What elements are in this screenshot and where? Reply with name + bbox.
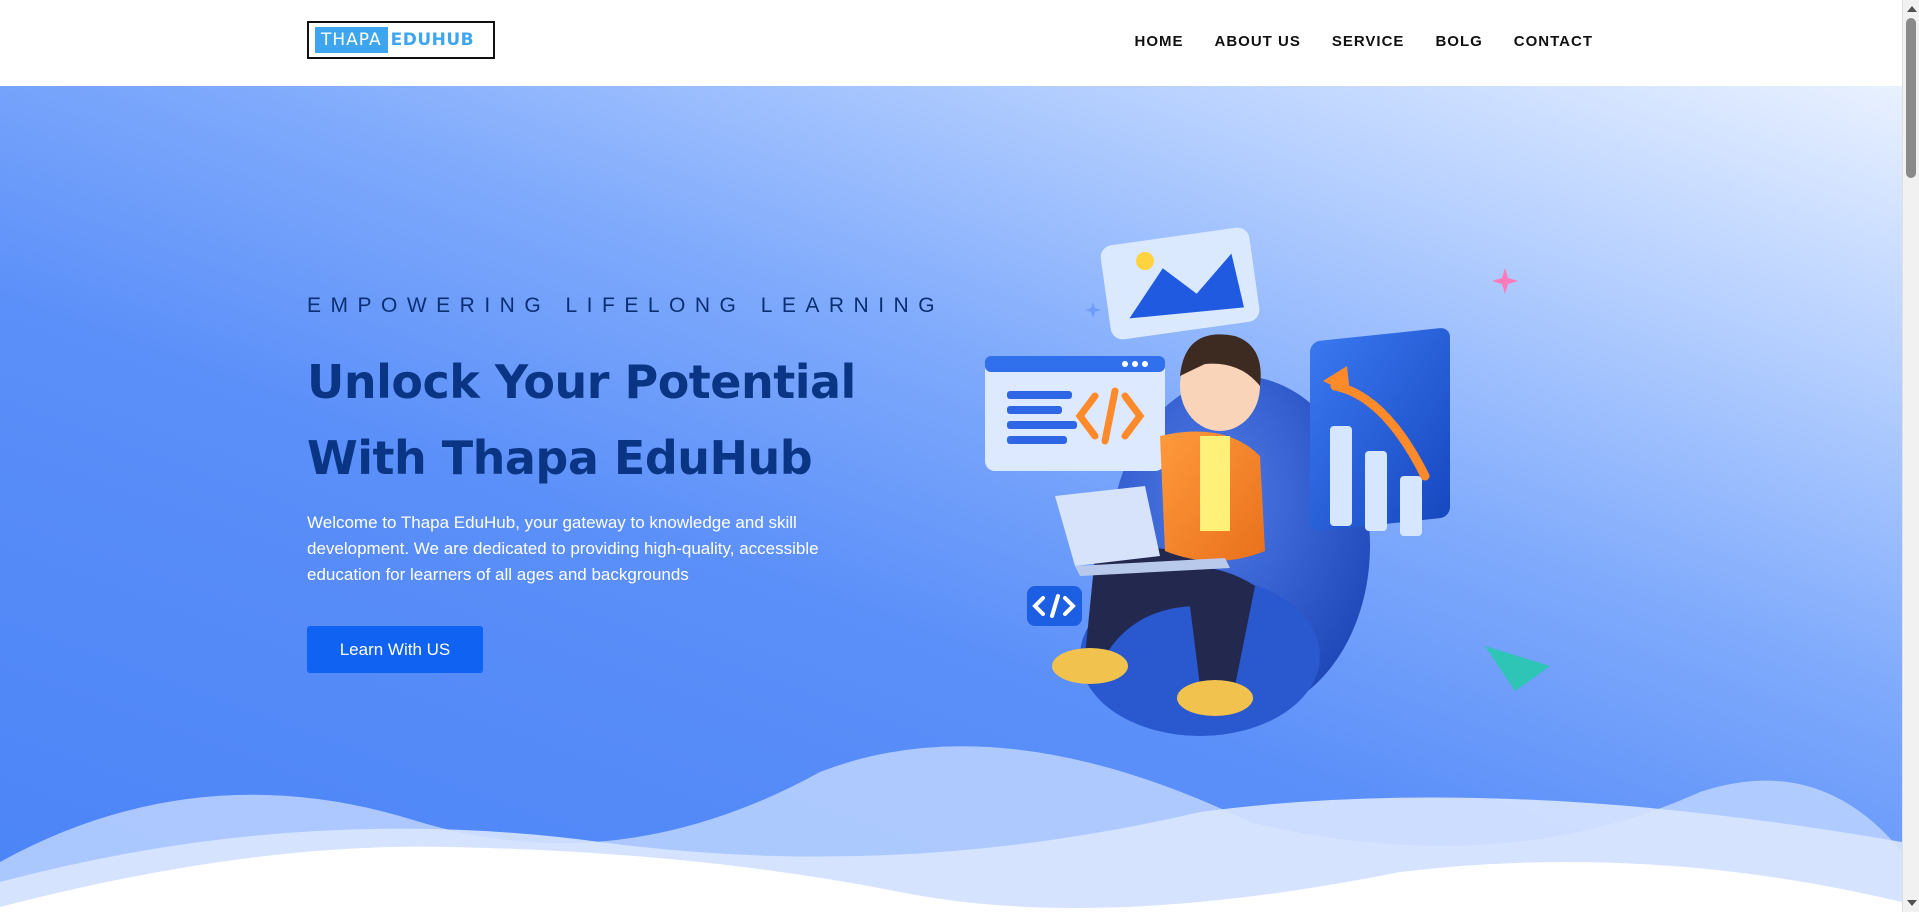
- scroll-thumb[interactable]: [1906, 18, 1916, 178]
- hero-illustration: [985, 227, 1550, 736]
- main-nav: HOME ABOUT US SERVICE BOLG CONTACT: [1104, 32, 1594, 52]
- nav-about-us[interactable]: ABOUT US: [1215, 32, 1301, 52]
- logo[interactable]: THAPA EDUHUB: [307, 21, 495, 59]
- hero-headline-line-2: With Thapa EduHub: [307, 431, 813, 485]
- image-card-icon: [1100, 227, 1260, 340]
- nav-contact[interactable]: CONTACT: [1514, 32, 1593, 52]
- scroll-down-icon[interactable]: [1907, 900, 1917, 906]
- page: THAPA EDUHUB HOME ABOUT US SERVICE BOLG …: [0, 0, 1919, 912]
- logo-text-thapa: THAPA: [315, 27, 388, 53]
- hero-intro: Welcome to Thapa EduHub, your gateway to…: [307, 513, 819, 584]
- hero-headline-line-1: Unlock Your Potential: [307, 355, 856, 409]
- hero-section: EMPOWERING LIFELONG LEARNING Unlock Your…: [0, 86, 1902, 912]
- code-chip-icon: [1027, 586, 1082, 626]
- nav-service[interactable]: SERVICE: [1332, 32, 1405, 52]
- paper-plane-icon: [1485, 646, 1550, 691]
- nav-home[interactable]: HOME: [1135, 32, 1184, 52]
- logo-text-eduhub: EDUHUB: [390, 30, 475, 50]
- page-scrollbar[interactable]: [1902, 0, 1919, 912]
- decorative-waves: [0, 746, 1902, 912]
- bar-chart-icon: [1310, 328, 1450, 536]
- site-header: THAPA EDUHUB HOME ABOUT US SERVICE BOLG …: [0, 0, 1902, 86]
- nav-blog[interactable]: BOLG: [1435, 32, 1482, 52]
- hero-eyebrow: EMPOWERING LIFELONG LEARNING: [307, 294, 945, 317]
- code-window-icon: [985, 356, 1165, 471]
- hero-headline: Unlock Your Potential With Thapa EduHub: [307, 344, 927, 496]
- learn-with-us-button[interactable]: Learn With US: [307, 626, 483, 673]
- scroll-up-icon[interactable]: [1907, 6, 1917, 12]
